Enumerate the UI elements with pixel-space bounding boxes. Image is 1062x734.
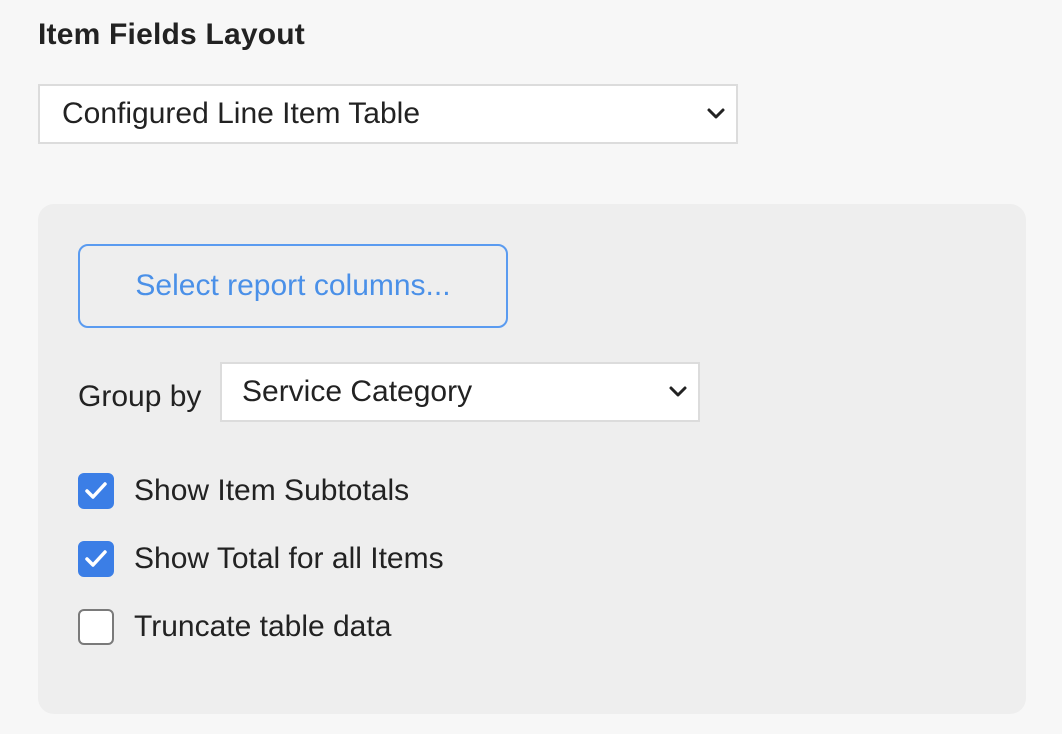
show-total-all-items-label: Show Total for all Items (134, 542, 444, 575)
truncate-table-data-option[interactable]: Truncate table data (78, 609, 391, 645)
select-report-columns-button[interactable]: Select report columns... (78, 244, 508, 328)
show-total-all-items-option[interactable]: Show Total for all Items (78, 541, 444, 577)
checkmark-icon (85, 550, 107, 567)
chevron-down-icon (704, 102, 728, 126)
group-by-select[interactable]: Service Category (220, 362, 700, 422)
show-item-subtotals-option[interactable]: Show Item Subtotals (78, 473, 409, 509)
show-item-subtotals-label: Show Item Subtotals (134, 474, 410, 507)
layout-select[interactable]: Configured Line Item Table (38, 84, 738, 144)
truncate-table-data-checkbox[interactable] (78, 609, 114, 645)
chevron-down-icon (666, 380, 690, 404)
show-item-subtotals-checkbox[interactable] (78, 473, 114, 509)
group-by-label: Group by (78, 380, 202, 413)
section-title: Item Fields Layout (38, 18, 305, 51)
group-by-select-value: Service Category (242, 375, 473, 408)
truncate-table-data-label: Truncate table data (134, 610, 392, 643)
show-total-all-items-checkbox[interactable] (78, 541, 114, 577)
checkmark-icon (85, 482, 107, 499)
layout-select-value: Configured Line Item Table (62, 97, 421, 130)
line-item-options-panel: Select report columns... Group by Servic… (38, 204, 1026, 714)
